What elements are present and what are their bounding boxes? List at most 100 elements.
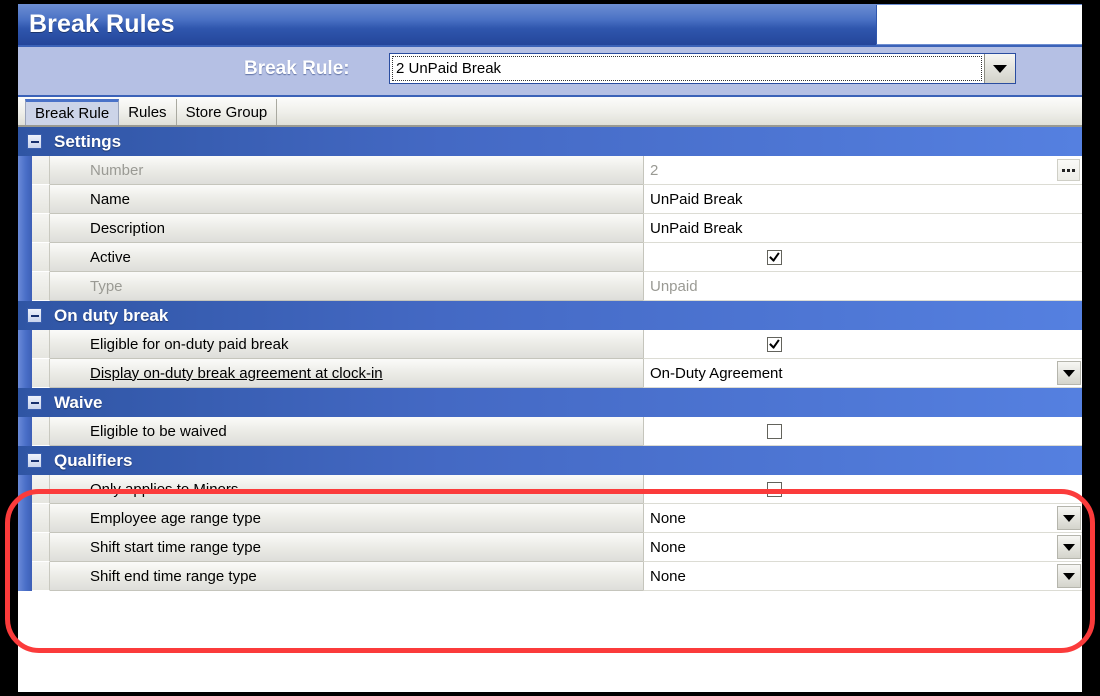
section-gutter bbox=[18, 475, 32, 591]
row-tab bbox=[32, 156, 50, 185]
section-rows: Only applies to Minors Employee age rang… bbox=[18, 475, 1082, 591]
checkbox-only-applies-to-minors[interactable] bbox=[766, 481, 782, 497]
row-label-name: Name bbox=[50, 185, 643, 214]
row-label-employee-age-range-type: Employee age range type bbox=[50, 504, 643, 533]
tab-store-group[interactable]: Store Group bbox=[177, 99, 278, 125]
row-label-eligible-on-duty-paid-break: Eligible for on-duty paid break bbox=[50, 330, 643, 359]
row-value-employee-age-range-type[interactable]: None bbox=[643, 504, 1082, 533]
row-tab bbox=[32, 214, 50, 243]
triangle-glyph bbox=[1063, 514, 1075, 522]
table-row[interactable]: Description UnPaid Break bbox=[18, 214, 1082, 243]
screenshot-root: Break Rules Break Rule: 2 UnPaid Break B… bbox=[0, 0, 1100, 696]
row-tab bbox=[32, 243, 50, 272]
tab-label: Store Group bbox=[185, 103, 268, 121]
ellipsis-icon[interactable] bbox=[1057, 159, 1080, 181]
row-value-text: UnPaid Break bbox=[650, 190, 743, 208]
break-rule-selector-label: Break Rule: bbox=[244, 58, 350, 79]
row-value-shift-end-time-range-type[interactable]: None bbox=[643, 562, 1082, 591]
row-value-number[interactable]: 2 bbox=[643, 156, 1082, 185]
row-tab bbox=[32, 475, 50, 504]
table-row[interactable]: Employee age range type None bbox=[18, 504, 1082, 533]
section-header-waive[interactable]: Waive bbox=[18, 388, 1082, 417]
row-value-only-applies-to-minors[interactable] bbox=[643, 475, 1082, 504]
checkbox-eligible-to-be-waived[interactable] bbox=[766, 423, 782, 439]
table-row[interactable]: Shift start time range type None bbox=[18, 533, 1082, 562]
window-title-bar: Break Rules bbox=[18, 4, 1082, 45]
tab-break-rule[interactable]: Break Rule bbox=[25, 99, 120, 125]
row-tab bbox=[32, 504, 50, 533]
section-gutter bbox=[18, 330, 32, 388]
row-label-shift-end-time-range-type: Shift end time range type bbox=[50, 562, 643, 591]
checkbox-eligible-on-duty-paid-break[interactable] bbox=[766, 336, 782, 352]
section-rows: Eligible for on-duty paid break Display … bbox=[18, 330, 1082, 388]
row-value-text: On-Duty Agreement bbox=[650, 364, 783, 382]
table-row[interactable]: Number 2 bbox=[18, 156, 1082, 185]
section-header-qualifiers[interactable]: Qualifiers bbox=[18, 446, 1082, 475]
row-value-text: 2 bbox=[650, 161, 659, 179]
table-row[interactable]: Shift end time range type None bbox=[18, 562, 1082, 591]
page-title: Break Rules bbox=[29, 10, 175, 38]
section-header-on-duty-break[interactable]: On duty break bbox=[18, 301, 1082, 330]
triangle-glyph bbox=[993, 64, 1007, 73]
chevron-down-icon[interactable] bbox=[984, 54, 1015, 83]
row-value-description[interactable]: UnPaid Break bbox=[643, 214, 1082, 243]
title-bar-blank-panel bbox=[876, 5, 1082, 45]
row-tab bbox=[32, 533, 50, 562]
table-row[interactable]: Active bbox=[18, 243, 1082, 272]
chevron-down-icon[interactable] bbox=[1057, 535, 1081, 559]
row-value-eligible-to-be-waived[interactable] bbox=[643, 417, 1082, 446]
row-label-only-applies-to-minors: Only applies to Minors bbox=[50, 475, 643, 504]
minus-glyph bbox=[30, 401, 39, 404]
section-title: On duty break bbox=[54, 305, 169, 325]
row-value-display-on-duty-agreement[interactable]: On-Duty Agreement bbox=[643, 359, 1082, 388]
check-glyph bbox=[768, 338, 781, 351]
table-row[interactable]: Eligible for on-duty paid break bbox=[18, 330, 1082, 359]
table-row[interactable]: Type Unpaid bbox=[18, 272, 1082, 301]
tab-label: Break Rule bbox=[35, 105, 110, 122]
section-waive: Waive Eligible to be waived bbox=[18, 388, 1082, 446]
row-tab bbox=[32, 359, 50, 388]
dot-glyph bbox=[1062, 168, 1065, 172]
row-value-text: Unpaid bbox=[650, 277, 698, 295]
chevron-down-icon[interactable] bbox=[1057, 361, 1081, 385]
check-glyph bbox=[768, 251, 781, 264]
tab-rules[interactable]: Rules bbox=[119, 99, 177, 125]
row-tab bbox=[32, 330, 50, 359]
row-label-type: Type bbox=[50, 272, 643, 301]
tab-label: Rules bbox=[128, 103, 167, 121]
row-value-text: None bbox=[650, 509, 686, 527]
row-value-name[interactable]: UnPaid Break bbox=[643, 185, 1082, 214]
chevron-down-icon[interactable] bbox=[1057, 506, 1081, 530]
section-gutter bbox=[18, 417, 32, 446]
table-row[interactable]: Eligible to be waived bbox=[18, 417, 1082, 446]
chevron-down-icon[interactable] bbox=[1057, 564, 1081, 588]
break-rule-combobox[interactable]: 2 UnPaid Break bbox=[389, 53, 1016, 84]
minus-box-icon[interactable] bbox=[27, 453, 42, 468]
row-label-eligible-to-be-waived: Eligible to be waived bbox=[50, 417, 643, 446]
minus-box-icon[interactable] bbox=[27, 395, 42, 410]
section-title: Qualifiers bbox=[54, 450, 133, 470]
triangle-glyph bbox=[1063, 543, 1075, 551]
row-label-display-on-duty-agreement[interactable]: Display on-duty break agreement at clock… bbox=[50, 359, 643, 388]
break-rule-combobox-field[interactable]: 2 UnPaid Break bbox=[390, 54, 984, 83]
section-on-duty-break: On duty break Eligible for on-duty paid … bbox=[18, 301, 1082, 388]
triangle-glyph bbox=[1063, 369, 1075, 377]
row-value-active[interactable] bbox=[643, 243, 1082, 272]
row-value-shift-start-time-range-type[interactable]: None bbox=[643, 533, 1082, 562]
minus-box-icon[interactable] bbox=[27, 134, 42, 149]
table-row[interactable]: Name UnPaid Break bbox=[18, 185, 1082, 214]
row-tab bbox=[32, 185, 50, 214]
row-value-eligible-on-duty-paid-break[interactable] bbox=[643, 330, 1082, 359]
table-row[interactable]: Only applies to Minors bbox=[18, 475, 1082, 504]
section-title: Settings bbox=[54, 131, 122, 151]
minus-box-icon[interactable] bbox=[27, 308, 42, 323]
row-label-description: Description bbox=[50, 214, 643, 243]
table-row[interactable]: Display on-duty break agreement at clock… bbox=[18, 359, 1082, 388]
section-settings: Settings Number 2 Name UnPaid Break Desc… bbox=[18, 127, 1082, 301]
dot-glyph bbox=[1072, 168, 1075, 172]
minus-glyph bbox=[30, 140, 39, 143]
row-label-shift-start-time-range-type: Shift start time range type bbox=[50, 533, 643, 562]
checkbox-active[interactable] bbox=[766, 249, 782, 265]
row-value-type: Unpaid bbox=[643, 272, 1082, 301]
section-header-settings[interactable]: Settings bbox=[18, 127, 1082, 156]
